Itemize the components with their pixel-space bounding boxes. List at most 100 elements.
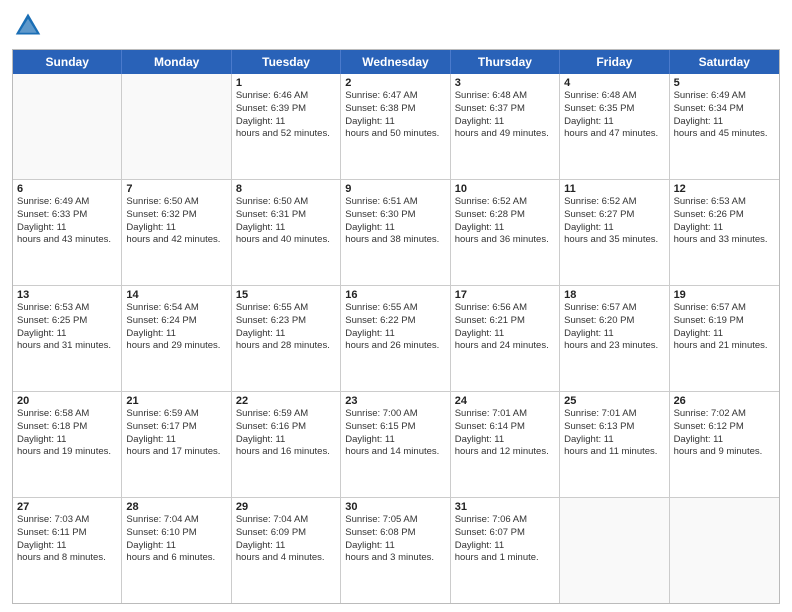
daylight-text: hours and 4 minutes.: [236, 552, 336, 565]
day-cell-27: 27Sunrise: 7:03 AMSunset: 6:11 PMDayligh…: [13, 498, 122, 603]
daylight-text: hours and 50 minutes.: [345, 128, 445, 141]
daylight-text: Daylight: 11: [455, 222, 555, 235]
daylight-text: hours and 40 minutes.: [236, 234, 336, 247]
daylight-text: hours and 31 minutes.: [17, 340, 117, 353]
calendar-row-2: 13Sunrise: 6:53 AMSunset: 6:25 PMDayligh…: [13, 285, 779, 391]
sunrise-text: Sunrise: 7:01 AM: [455, 408, 555, 421]
day-cell-16: 16Sunrise: 6:55 AMSunset: 6:22 PMDayligh…: [341, 286, 450, 391]
day-number: 6: [17, 183, 117, 195]
day-cell-1: 1Sunrise: 6:46 AMSunset: 6:39 PMDaylight…: [232, 74, 341, 179]
daylight-text: Daylight: 11: [126, 434, 226, 447]
sunset-text: Sunset: 6:25 PM: [17, 315, 117, 328]
daylight-text: hours and 12 minutes.: [455, 446, 555, 459]
daylight-text: hours and 14 minutes.: [345, 446, 445, 459]
daylight-text: Daylight: 11: [455, 540, 555, 553]
day-number: 25: [564, 395, 664, 407]
daylight-text: Daylight: 11: [236, 434, 336, 447]
daylight-text: Daylight: 11: [17, 222, 117, 235]
sunrise-text: Sunrise: 6:55 AM: [236, 302, 336, 315]
daylight-text: hours and 49 minutes.: [455, 128, 555, 141]
daylight-text: hours and 45 minutes.: [674, 128, 775, 141]
sunrise-text: Sunrise: 6:53 AM: [17, 302, 117, 315]
daylight-text: Daylight: 11: [345, 540, 445, 553]
daylight-text: hours and 6 minutes.: [126, 552, 226, 565]
sunset-text: Sunset: 6:32 PM: [126, 209, 226, 222]
daylight-text: Daylight: 11: [17, 328, 117, 341]
header-day-sunday: Sunday: [13, 50, 122, 74]
daylight-text: hours and 36 minutes.: [455, 234, 555, 247]
daylight-text: Daylight: 11: [126, 540, 226, 553]
day-number: 19: [674, 289, 775, 301]
sunset-text: Sunset: 6:18 PM: [17, 421, 117, 434]
calendar-row-3: 20Sunrise: 6:58 AMSunset: 6:18 PMDayligh…: [13, 391, 779, 497]
sunrise-text: Sunrise: 6:48 AM: [564, 90, 664, 103]
calendar-header: SundayMondayTuesdayWednesdayThursdayFrid…: [13, 50, 779, 74]
sunset-text: Sunset: 6:21 PM: [455, 315, 555, 328]
day-cell-12: 12Sunrise: 6:53 AMSunset: 6:26 PMDayligh…: [670, 180, 779, 285]
day-number: 14: [126, 289, 226, 301]
sunset-text: Sunset: 6:20 PM: [564, 315, 664, 328]
day-cell-29: 29Sunrise: 7:04 AMSunset: 6:09 PMDayligh…: [232, 498, 341, 603]
day-cell-20: 20Sunrise: 6:58 AMSunset: 6:18 PMDayligh…: [13, 392, 122, 497]
daylight-text: Daylight: 11: [564, 116, 664, 129]
sunrise-text: Sunrise: 6:52 AM: [564, 196, 664, 209]
sunset-text: Sunset: 6:08 PM: [345, 527, 445, 540]
day-number: 26: [674, 395, 775, 407]
daylight-text: hours and 24 minutes.: [455, 340, 555, 353]
day-number: 28: [126, 501, 226, 513]
day-cell-30: 30Sunrise: 7:05 AMSunset: 6:08 PMDayligh…: [341, 498, 450, 603]
daylight-text: Daylight: 11: [236, 540, 336, 553]
page: SundayMondayTuesdayWednesdayThursdayFrid…: [0, 0, 792, 612]
sunrise-text: Sunrise: 6:50 AM: [236, 196, 336, 209]
daylight-text: hours and 29 minutes.: [126, 340, 226, 353]
daylight-text: hours and 1 minute.: [455, 552, 555, 565]
day-number: 2: [345, 77, 445, 89]
day-cell-2: 2Sunrise: 6:47 AMSunset: 6:38 PMDaylight…: [341, 74, 450, 179]
sunrise-text: Sunrise: 6:55 AM: [345, 302, 445, 315]
sunset-text: Sunset: 6:15 PM: [345, 421, 445, 434]
day-cell-22: 22Sunrise: 6:59 AMSunset: 6:16 PMDayligh…: [232, 392, 341, 497]
day-number: 20: [17, 395, 117, 407]
sunrise-text: Sunrise: 6:51 AM: [345, 196, 445, 209]
empty-cell: [13, 74, 122, 179]
day-cell-10: 10Sunrise: 6:52 AMSunset: 6:28 PMDayligh…: [451, 180, 560, 285]
logo: [12, 10, 46, 43]
sunset-text: Sunset: 6:37 PM: [455, 103, 555, 116]
daylight-text: hours and 17 minutes.: [126, 446, 226, 459]
day-number: 30: [345, 501, 445, 513]
sunset-text: Sunset: 6:28 PM: [455, 209, 555, 222]
daylight-text: Daylight: 11: [345, 116, 445, 129]
empty-cell: [670, 498, 779, 603]
daylight-text: hours and 11 minutes.: [564, 446, 664, 459]
daylight-text: Daylight: 11: [455, 328, 555, 341]
sunset-text: Sunset: 6:10 PM: [126, 527, 226, 540]
daylight-text: hours and 21 minutes.: [674, 340, 775, 353]
day-cell-6: 6Sunrise: 6:49 AMSunset: 6:33 PMDaylight…: [13, 180, 122, 285]
daylight-text: Daylight: 11: [345, 434, 445, 447]
day-cell-23: 23Sunrise: 7:00 AMSunset: 6:15 PMDayligh…: [341, 392, 450, 497]
daylight-text: Daylight: 11: [236, 222, 336, 235]
daylight-text: hours and 42 minutes.: [126, 234, 226, 247]
calendar: SundayMondayTuesdayWednesdayThursdayFrid…: [12, 49, 780, 604]
sunrise-text: Sunrise: 7:00 AM: [345, 408, 445, 421]
sunrise-text: Sunrise: 6:49 AM: [674, 90, 775, 103]
sunset-text: Sunset: 6:39 PM: [236, 103, 336, 116]
sunset-text: Sunset: 6:22 PM: [345, 315, 445, 328]
sunset-text: Sunset: 6:17 PM: [126, 421, 226, 434]
daylight-text: Daylight: 11: [674, 116, 775, 129]
logo-icon: [14, 10, 42, 38]
day-number: 5: [674, 77, 775, 89]
sunrise-text: Sunrise: 6:52 AM: [455, 196, 555, 209]
sunset-text: Sunset: 6:34 PM: [674, 103, 775, 116]
daylight-text: Daylight: 11: [674, 328, 775, 341]
day-cell-31: 31Sunrise: 7:06 AMSunset: 6:07 PMDayligh…: [451, 498, 560, 603]
day-cell-14: 14Sunrise: 6:54 AMSunset: 6:24 PMDayligh…: [122, 286, 231, 391]
sunset-text: Sunset: 6:09 PM: [236, 527, 336, 540]
day-number: 8: [236, 183, 336, 195]
day-cell-4: 4Sunrise: 6:48 AMSunset: 6:35 PMDaylight…: [560, 74, 669, 179]
sunrise-text: Sunrise: 6:59 AM: [126, 408, 226, 421]
day-number: 3: [455, 77, 555, 89]
day-number: 4: [564, 77, 664, 89]
sunrise-text: Sunrise: 6:49 AM: [17, 196, 117, 209]
sunrise-text: Sunrise: 6:46 AM: [236, 90, 336, 103]
